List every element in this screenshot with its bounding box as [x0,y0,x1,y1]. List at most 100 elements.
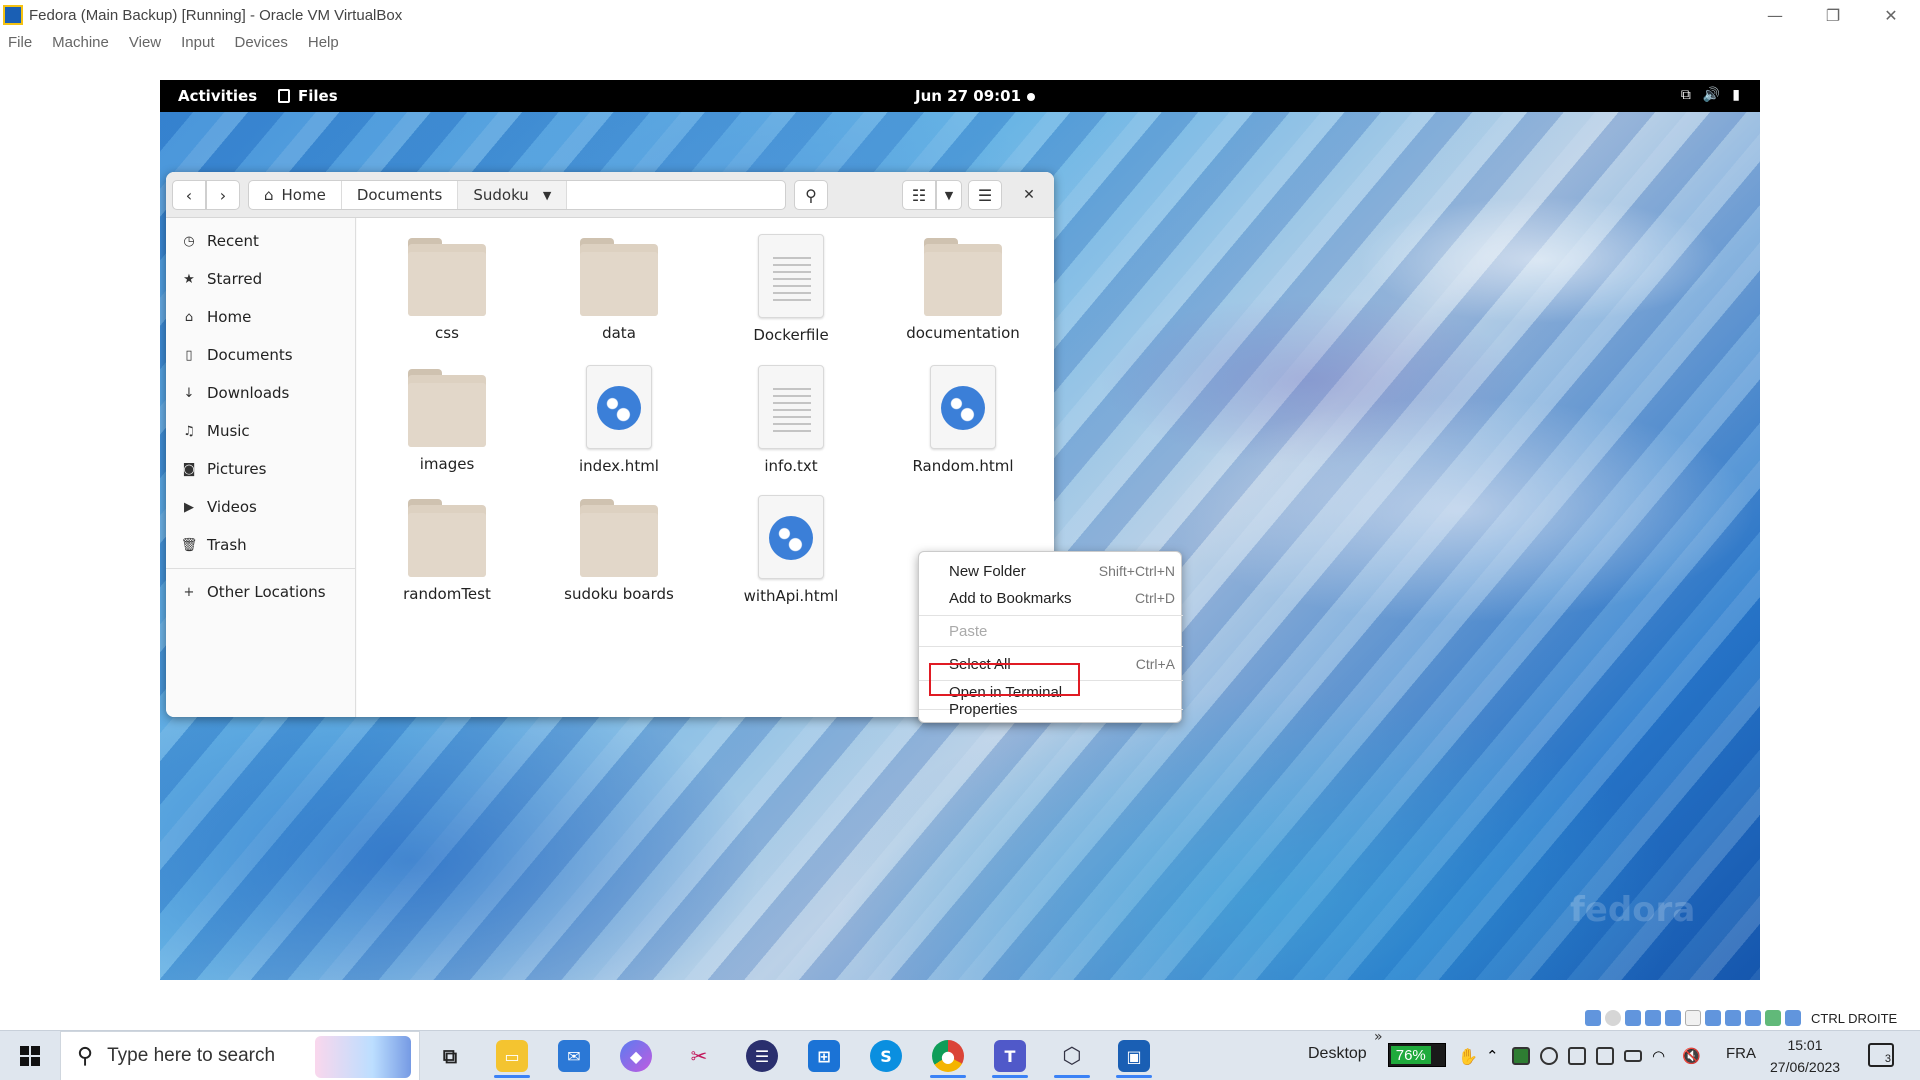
audio-icon[interactable] [1625,1010,1641,1026]
text-file-icon [758,234,824,318]
file-item-index-html[interactable]: index.html [533,359,705,479]
onedrive-icon[interactable] [1540,1047,1558,1065]
touch-icon[interactable]: ✋ [1458,1047,1478,1066]
copilot-icon[interactable]: ◆ [620,1040,652,1072]
menu-item-label: Add to Bookmarks [949,589,1072,607]
path-sudoku[interactable]: Sudoku ▼ [458,181,568,209]
sidebar-item-music[interactable]: ♫ Music [166,412,355,450]
file-item-dockerfile[interactable]: Dockerfile [705,228,877,348]
sidebar-item-label: Trash [207,536,247,554]
shared-folder-icon[interactable] [1685,1010,1701,1026]
nvidia-icon[interactable] [1512,1047,1530,1065]
vt-icon[interactable] [1745,1010,1761,1026]
sidebar-item-videos[interactable]: ▶ Videos [166,488,355,526]
file-item-withapi-html[interactable]: withApi.html [705,489,877,609]
active-indicator [1054,1075,1090,1078]
close-button[interactable]: ✕ [1862,0,1920,30]
sidebar-item-trash[interactable]: 🗑 Trash [166,526,355,564]
skype-icon[interactable]: S [870,1040,902,1072]
network-adapter-icon[interactable] [1645,1010,1661,1026]
keyboard-capture-icon[interactable] [1785,1010,1801,1026]
network-icon[interactable]: ⧉ [1681,87,1691,103]
vm-screen[interactable]: Activities Files Jun 27 09:01 ⧉ 🔊 ▮ fedo… [160,80,1760,980]
eclipse-icon[interactable]: ☰ [746,1040,778,1072]
sidebar-item-home[interactable]: ⌂ Home [166,298,355,336]
menu-input[interactable]: Input [181,34,214,51]
menu-view[interactable]: View [129,34,161,51]
snipping-tool-icon[interactable]: ✂ [683,1040,715,1072]
battery-icon[interactable]: ▮ [1732,87,1740,103]
sidebar-item-downloads[interactable]: ↓ Downloads [166,374,355,412]
app-menu-files[interactable]: Files [278,87,338,105]
meet-icon[interactable] [1568,1047,1586,1065]
file-item-data[interactable]: data [533,228,705,348]
search-button[interactable]: ⚲ [794,180,828,210]
forward-button[interactable]: › [206,180,240,210]
file-explorer-icon[interactable]: ▭ [496,1040,528,1072]
menu-item-new-folder[interactable]: New Folder Shift+Ctrl+N [919,558,1183,584]
teams-icon[interactable]: T [994,1040,1026,1072]
volume-icon[interactable]: 🔊 [1703,87,1720,103]
mouse-integration-icon[interactable] [1765,1010,1781,1026]
path-home[interactable]: ⌂ Home [249,181,342,209]
hard-disk-icon[interactable] [1585,1010,1601,1026]
menu-item-paste[interactable]: Paste [919,618,1183,644]
menu-devices[interactable]: Devices [235,34,288,51]
folder-icon [408,499,486,577]
main-menu-button[interactable]: ☰ [968,180,1002,210]
gnome-clock[interactable]: Jun 27 09:01 [915,87,1021,105]
taskbar-clock[interactable]: 15:01 27/06/2023 [1770,1034,1840,1078]
taskbar-search-input[interactable]: ⚲ Type here to search [60,1031,420,1080]
sidebar-item-other-locations[interactable]: + Other Locations [166,573,355,611]
restore-button[interactable]: ❐ [1804,0,1862,30]
activities-button[interactable]: Activities [178,87,257,105]
back-button[interactable]: ‹ [172,180,206,210]
desktop-toolbar-label[interactable]: Desktop [1308,1045,1367,1063]
file-item-css[interactable]: css [361,228,533,348]
toolbar-chevron[interactable]: » [1374,1029,1383,1045]
virtualbox-vm-icon[interactable]: ▣ [1118,1040,1150,1072]
file-item-randomtest[interactable]: randomTest [361,489,533,609]
muted-speaker-icon[interactable]: 🔇 [1682,1047,1701,1065]
file-item-documentation[interactable]: documentation [877,228,1049,348]
notification-center-icon[interactable]: 3 [1868,1043,1894,1067]
sidebar-item-starred[interactable]: ★ Starred [166,260,355,298]
path-documents[interactable]: Documents [342,181,459,209]
folder-icon [924,238,1002,316]
menu-item-add-bookmarks[interactable]: Add to Bookmarks Ctrl+D [919,585,1183,611]
file-item-random-html[interactable]: Random.html [877,359,1049,479]
file-item-info-txt[interactable]: info.txt [705,359,877,479]
menu-item-properties[interactable]: Properties [919,696,1183,722]
mail-icon[interactable]: ✉ [558,1040,590,1072]
sidebar-item-documents[interactable]: ▯ Documents [166,336,355,374]
wifi-icon[interactable]: ◠ [1652,1047,1670,1065]
power-battery-icon[interactable] [1624,1050,1642,1062]
recording-icon[interactable] [1725,1010,1741,1026]
music-icon: ♫ [183,423,195,439]
display-icon[interactable] [1705,1010,1721,1026]
store-icon[interactable]: ⊞ [808,1040,840,1072]
menu-machine[interactable]: Machine [52,34,109,51]
battery-meter[interactable]: 76% [1388,1043,1446,1067]
sidebar-item-recent[interactable]: ◷ Recent [166,222,355,260]
minimize-button[interactable]: — [1746,0,1804,30]
sidebar-item-pictures[interactable]: ◙ Pictures [166,450,355,488]
chrome-icon[interactable]: ● [932,1040,964,1072]
view-options-button[interactable]: ▼ [936,180,962,210]
display-settings-icon[interactable] [1596,1047,1614,1065]
sidebar-divider [166,568,355,569]
usb-icon[interactable] [1665,1010,1681,1026]
task-view-icon[interactable]: ⧉ [434,1040,466,1072]
optical-drive-icon[interactable] [1605,1010,1621,1026]
chevron-up-icon[interactable]: ⌃ [1486,1047,1504,1065]
file-item-images[interactable]: images [361,359,533,479]
language-indicator[interactable]: FRA [1726,1045,1756,1062]
menu-file[interactable]: File [8,34,32,51]
folder-icon [408,238,486,316]
virtualbox-3d-icon[interactable]: ⬡ [1056,1040,1088,1072]
view-toggle-button[interactable]: ☷ [902,180,936,210]
menu-help[interactable]: Help [308,34,339,51]
start-button[interactable] [0,1031,60,1080]
window-close-button[interactable]: ✕ [1012,180,1046,210]
file-item-sudoku-boards[interactable]: sudoku boards [533,489,705,609]
